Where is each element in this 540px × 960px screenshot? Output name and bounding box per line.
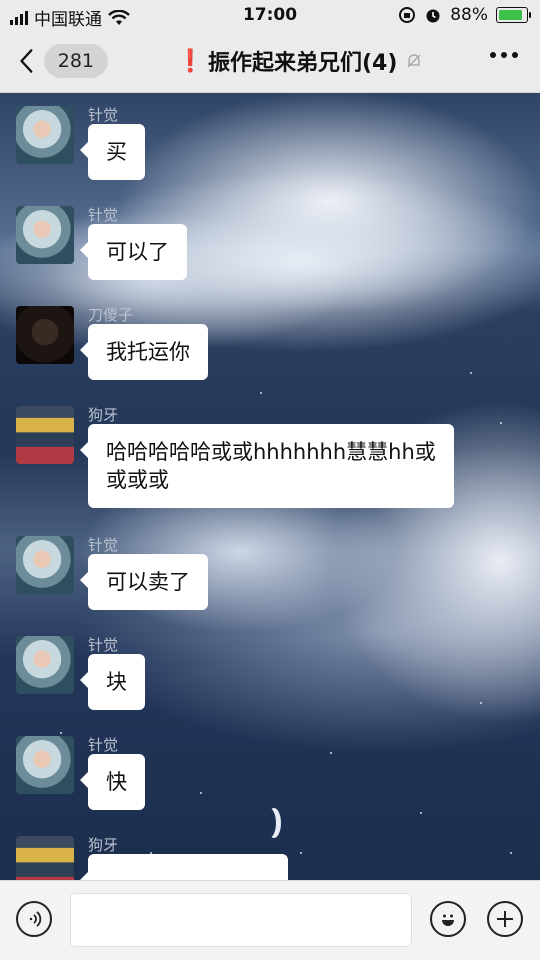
chevron-left-icon <box>20 49 33 73</box>
sender-name: 针觉 <box>88 106 119 124</box>
sender-name: 针觉 <box>88 736 119 754</box>
battery-icon <box>496 7 531 23</box>
chat-screen: 中国联通 17:00 88% 281 ❗ 振作起来弟兄们(4) 针觉 买 针觉 … <box>0 0 540 960</box>
message-input[interactable] <box>70 893 412 947</box>
message-bubble[interactable]: 哈哈哈哈哈或或hhhhhhh慧慧hh或或或或 <box>80 424 454 508</box>
message-bubble[interactable]: 块 <box>80 654 145 710</box>
message-bubble[interactable]: 可以卖了 <box>80 554 208 610</box>
voice-button[interactable] <box>16 901 52 937</box>
plus-icon <box>497 911 513 927</box>
voice-icon <box>29 911 42 927</box>
message-bubble[interactable]: 我托运你 <box>80 324 208 380</box>
unread-count-badge: 281 <box>43 44 108 78</box>
more-options-button[interactable] <box>490 52 518 58</box>
avatar[interactable] <box>16 306 74 364</box>
sender-name: 针觉 <box>88 536 119 554</box>
bell-mute-icon <box>407 54 421 68</box>
avatar[interactable] <box>16 636 74 694</box>
sender-name: 狗牙 <box>88 836 119 854</box>
sender-name: 针觉 <box>88 636 119 654</box>
sender-name: 刀傻子 <box>88 306 134 324</box>
emoji-button[interactable] <box>430 901 466 937</box>
nav-bar: 281 ❗ 振作起来弟兄们(4) <box>0 30 540 92</box>
message-bubble[interactable]: 可以了 <box>80 224 187 280</box>
avatar[interactable] <box>16 206 74 264</box>
input-bar <box>0 880 540 960</box>
orientation-lock-icon <box>399 7 416 23</box>
emoji-icon <box>442 914 454 926</box>
battery-percent: 88% <box>450 5 488 25</box>
avatar[interactable] <box>16 106 74 164</box>
top-bar: 中国联通 17:00 88% 281 ❗ 振作起来弟兄们(4) <box>0 0 540 93</box>
plus-button[interactable] <box>487 901 523 937</box>
sender-name: 针觉 <box>88 206 119 224</box>
sender-name: 狗牙 <box>88 406 119 424</box>
avatar[interactable] <box>16 406 74 464</box>
back-button[interactable]: 281 <box>18 44 108 78</box>
moon <box>262 808 276 838</box>
alarm-icon <box>426 9 440 23</box>
chat-title: ❗ 振作起来弟兄们(4) <box>150 44 450 78</box>
group-name: 振作起来弟兄们(4) <box>207 51 398 76</box>
status-bar: 中国联通 17:00 88% <box>0 0 540 30</box>
message-bubble[interactable]: 快 <box>80 754 145 810</box>
message-bubble[interactable]: 买 <box>80 124 145 180</box>
avatar[interactable] <box>16 536 74 594</box>
exclamation-icon: ❗ <box>176 48 204 74</box>
avatar[interactable] <box>16 736 74 794</box>
